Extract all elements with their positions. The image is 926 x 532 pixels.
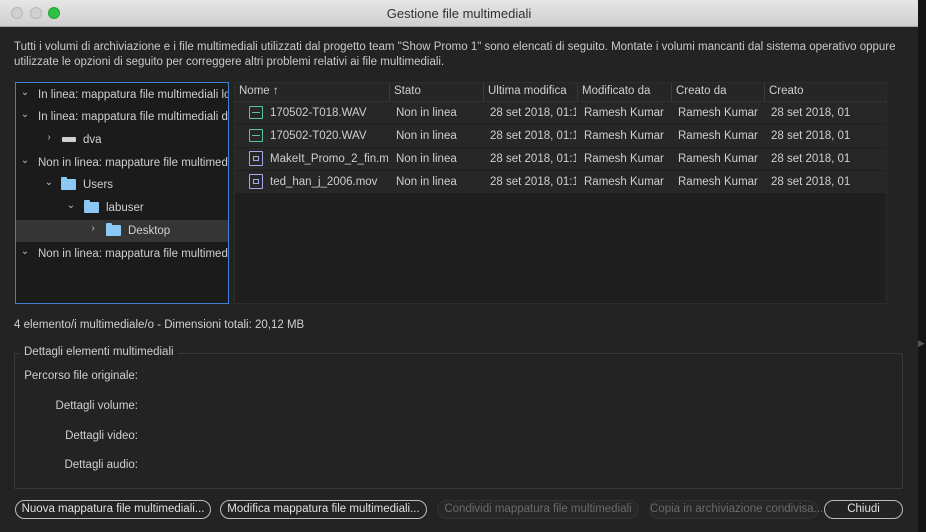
cell-status: Non in linea [396,176,457,188]
tree-item-label: Non in linea: mappature file multimedi [38,157,229,169]
new-mapping-button[interactable]: Nuova mappatura file multimediali... [15,500,211,519]
audio-details-label: Dettagli audio: [64,459,138,471]
chevron-down-icon[interactable]: ⌄ [20,156,30,166]
column-header-nome[interactable]: Nome ↑ [239,85,279,97]
column-header-label: Nome [239,85,270,97]
column-header-creato-da[interactable]: Creato da [676,85,727,97]
cell-created-by: Ramesh Kumar [678,130,758,142]
play-arrow-icon: ▶ [918,338,925,348]
tree-item-label: In linea: mappatura file multimediali lo [38,89,229,101]
chevron-down-icon[interactable]: ⌄ [20,88,30,98]
media-details-legend: Dettagli elementi multimediali [20,346,178,358]
audio-file-icon [249,129,263,142]
close-button[interactable]: Chiudi [824,500,903,519]
cell-modified-by: Ramesh Kumar [584,176,664,188]
sort-up-icon: ↑ [272,85,279,97]
original-path-label: Percorso file originale: [24,370,138,382]
column-divider[interactable] [671,83,672,101]
folder-icon [106,223,121,236]
video-file-icon [249,174,263,189]
cell-created: 28 set 2018, 01 [771,153,851,165]
cell-status: Non in linea [396,130,457,142]
volume-details-label: Dettagli volume: [55,400,138,412]
tree-item-label: Desktop [128,225,171,237]
tree-item-online-1[interactable]: ⌄ In linea: mappatura file multimediali … [16,84,228,106]
column-header-stato[interactable]: Stato [394,85,421,97]
cell-modified: 28 set 2018, 01:1 [490,176,576,188]
media-details-group [14,353,903,489]
title-bar[interactable]: Gestione file multimediali [0,0,918,27]
tree-item-offline-2[interactable]: ⌄ Non in linea: mappatura file multimedi [16,243,228,265]
tree-item-label: In linea: mappatura file multimediali di [38,111,229,123]
background-edge [918,0,926,532]
tree-item-dva[interactable]: › dva [16,129,228,151]
media-manager-window: Gestione file multimediali Tutti i volum… [0,0,918,532]
cell-created-by: Ramesh Kumar [678,153,758,165]
tree-item-users[interactable]: ⌄ Users [16,174,228,196]
tree-item-label: labuser [106,202,144,214]
cell-modified-by: Ramesh Kumar [584,107,664,119]
column-divider[interactable] [389,83,390,101]
cell-name: ted_han_j_2006.mov [270,176,378,188]
column-header-ultima-modifica[interactable]: Ultima modifica [488,85,567,97]
cell-name: 170502-T020.WAV [270,130,367,142]
column-divider[interactable] [577,83,578,101]
chevron-down-icon[interactable]: ⌄ [20,247,30,257]
table-row[interactable]: 170502-T020.WAV Non in linea 28 set 2018… [235,125,886,147]
audio-file-icon [249,106,263,119]
video-file-icon [249,151,263,166]
edit-mapping-button[interactable]: Modifica mappatura file multimediali... [220,500,427,519]
cell-modified: 28 set 2018, 01:1 [490,107,576,119]
chevron-right-icon[interactable]: › [88,224,98,234]
cell-name: 170502-T018.WAV [270,107,367,119]
column-header-creato[interactable]: Creato [769,85,804,97]
chevron-right-icon[interactable]: › [44,133,54,143]
tree-item-label: Non in linea: mappatura file multimedi [38,248,229,260]
folder-icon [61,177,76,190]
folder-icon [84,200,99,213]
chevron-down-icon[interactable]: ⌄ [20,110,30,120]
table-header: Nome ↑ Stato Ultima modifica Modificato … [235,83,886,102]
media-file-table: Nome ↑ Stato Ultima modifica Modificato … [234,82,887,304]
cell-created-by: Ramesh Kumar [678,107,758,119]
table-row[interactable]: ted_han_j_2006.mov Non in linea 28 set 2… [235,171,886,193]
summary-text: 4 elemento/i multimediale/o - Dimensioni… [14,319,305,331]
cell-modified-by: Ramesh Kumar [584,153,664,165]
cell-name: MakeIt_Promo_2_fin.m [270,153,388,165]
tree-item-labuser[interactable]: ⌄ labuser [16,197,228,219]
cell-modified-by: Ramesh Kumar [584,130,664,142]
chevron-down-icon[interactable]: ⌄ [66,201,76,211]
drive-icon [62,137,76,142]
cell-modified: 28 set 2018, 01:1 [490,130,576,142]
cell-created-by: Ramesh Kumar [678,176,758,188]
share-mapping-button[interactable]: Condividi mappatura file multimediali [437,500,639,519]
column-divider[interactable] [764,83,765,101]
window-title: Gestione file multimediali [386,6,532,21]
video-details-label: Dettagli video: [65,430,138,442]
chevron-down-icon[interactable]: ⌄ [44,178,54,188]
tree-item-label: dva [83,134,102,146]
tree-item-desktop[interactable]: › Desktop [16,220,228,242]
table-row[interactable]: 170502-T018.WAV Non in linea 28 set 2018… [235,102,886,124]
cell-created: 28 set 2018, 01 [771,176,851,188]
column-header-modificato-da[interactable]: Modificato da [582,85,650,97]
copy-shared-storage-button[interactable]: Copia in archiviazione condivisa... [649,500,823,519]
cell-modified: 28 set 2018, 01:1 [490,153,576,165]
description-text: Tutti i volumi di archiviazione e i file… [14,41,896,68]
cell-created: 28 set 2018, 01 [771,107,851,119]
cell-status: Non in linea [396,153,457,165]
tree-item-online-2[interactable]: ⌄ In linea: mappatura file multimediali … [16,106,228,128]
volume-tree[interactable]: ⌄ In linea: mappatura file multimediali … [15,82,229,304]
tree-item-label: Users [83,179,114,191]
column-divider[interactable] [483,83,484,101]
cell-status: Non in linea [396,107,457,119]
table-row[interactable]: MakeIt_Promo_2_fin.m Non in linea 28 set… [235,148,886,170]
tree-item-offline-1[interactable]: ⌄ Non in linea: mappature file multimedi [16,152,228,174]
cell-created: 28 set 2018, 01 [771,130,851,142]
